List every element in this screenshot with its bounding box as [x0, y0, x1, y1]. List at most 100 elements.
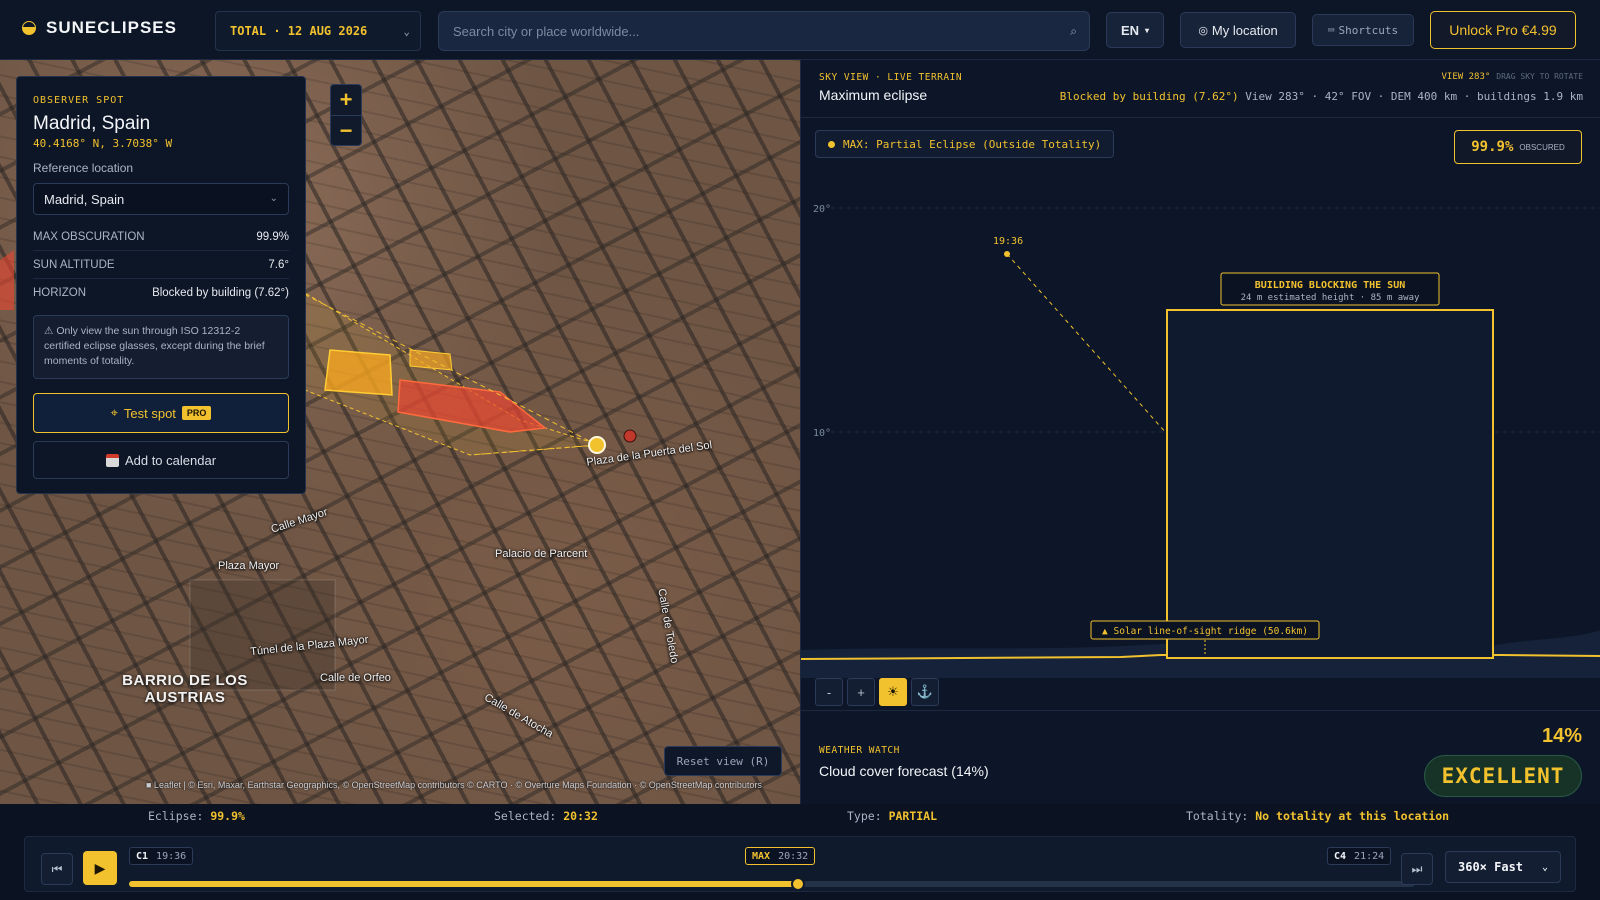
building-callout-title: BUILDING BLOCKING THE SUN [1255, 280, 1406, 291]
district-label: BARRIO DE LOS AUSTRIAS [122, 672, 248, 706]
playback-speed-label: 360× Fast [1458, 860, 1524, 874]
app-name: SUNECLIPSES [46, 18, 177, 37]
zoom-control: + − [330, 84, 362, 146]
add-to-calendar-button[interactable]: Add to calendar [33, 441, 289, 479]
sun-path [1006, 253, 1168, 435]
c4-marker[interactable]: C4 21:24 [1327, 847, 1392, 865]
forward-button[interactable]: ⏭ [1401, 853, 1433, 885]
timeline-track[interactable] [129, 881, 1415, 887]
observer-city: Madrid, Spain [33, 113, 151, 134]
keyboard-icon: ⌨ [1327, 23, 1335, 37]
top-bar: SUNECLIPSES TOTAL · 12 AUG 2026 ⌄ ⌕ EN ▾… [0, 0, 1600, 60]
cloud-cover-percent: 14% [1541, 725, 1582, 747]
anchor-icon[interactable]: ⚓ [911, 678, 939, 706]
map-label-calle-orfeo: Calle de Orfeo [320, 672, 391, 684]
crosshair-icon: ⌖ [110, 405, 118, 420]
c1-marker[interactable]: C1 19:36 [129, 847, 194, 865]
status-selected-label: Selected: [494, 809, 557, 823]
status-selected: Selected: 20:32 [494, 809, 598, 823]
search-input[interactable] [439, 12, 1089, 50]
horizon-label: HORIZON [33, 287, 87, 299]
observer-eyebrow: OBSERVER SPOT [33, 95, 125, 106]
ridge-callout-label: ▲ Solar line-of-sight ridge (50.6km) [1102, 626, 1308, 637]
sun-altitude-value: 7.6° [268, 258, 289, 271]
sky-title: Maximum eclipse [819, 87, 928, 103]
zoom-out-button[interactable]: - [815, 678, 843, 706]
chevron-down-icon: ⌄ [269, 193, 278, 204]
test-spot-button[interactable]: ⌖ Test spot PRO [33, 393, 289, 433]
timeline-scrubber[interactable] [790, 877, 805, 891]
eclipse-event-select[interactable]: TOTAL · 12 AUG 2026 ⌄ [215, 11, 421, 51]
location-icon: ◎ [1198, 24, 1208, 37]
horizon-value: Blocked by building (7.62°) [152, 287, 289, 299]
observer-marker [588, 436, 606, 454]
zoom-out-button[interactable]: − [331, 115, 361, 145]
zoom-in-button[interactable]: + [331, 85, 361, 115]
language-select[interactable]: EN ▾ [1106, 12, 1164, 48]
sky-meta: Blocked by building (7.62°) View 283° · … [1060, 90, 1583, 103]
status-type-value: PARTIAL [888, 809, 938, 823]
blocking-building-1 [324, 349, 393, 396]
safety-warning: ⚠ Only view the sun through ISO 12312-2 … [33, 315, 289, 379]
sun-altitude-label: SUN ALTITUDE [33, 258, 115, 271]
zoom-in-button[interactable]: + [847, 678, 875, 706]
reference-location-select[interactable]: Madrid, Spain ⌄ [33, 183, 289, 215]
sky-meta-details: View 283° · 42° FOV · DEM 400 km · build… [1245, 90, 1583, 103]
status-selected-value: 20:32 [563, 809, 598, 823]
sky-view-panel[interactable]: SKY VIEW · LIVE TERRAIN Maximum eclipse … [800, 60, 1600, 710]
c4-label: C4 [1334, 850, 1347, 862]
chevron-down-icon: ⌄ [403, 25, 410, 38]
status-type: Type: PARTIAL [847, 809, 937, 823]
max-marker[interactable]: MAX 20:32 [745, 847, 816, 865]
my-location-button[interactable]: ◎ My location [1180, 12, 1296, 48]
sky-view-header: SKY VIEW · LIVE TERRAIN Maximum eclipse … [801, 60, 1600, 118]
status-type-label: Type: [847, 809, 882, 823]
sky-eyebrow: SKY VIEW · LIVE TERRAIN [819, 72, 963, 83]
map-attribution[interactable]: ■ Leaflet | © Esri, Maxar, Earthstar Geo… [146, 780, 762, 790]
status-eclipse-value: 99.9% [210, 809, 245, 823]
building-callout-sub: 24 m estimated height · 85 m away [1241, 293, 1420, 303]
reference-pin [623, 429, 637, 443]
status-eclipse-label: Eclipse: [148, 809, 204, 823]
max-time: 20:32 [778, 850, 809, 862]
c1-time: 19:36 [156, 850, 187, 862]
eclipse-event-label: TOTAL · 12 AUG 2026 [230, 24, 368, 38]
status-totality-value: No totality at this location [1255, 809, 1450, 823]
add-to-calendar-label: Add to calendar [124, 452, 217, 468]
unlock-pro-button[interactable]: Unlock Pro €4.99 [1430, 11, 1576, 49]
blocking-building [1166, 309, 1494, 659]
view-direction: VIEW 283° DRAG SKY TO ROTATE [1442, 72, 1583, 82]
chevron-down-icon: ⌄ [1541, 861, 1548, 873]
horizon-row: HORIZON Blocked by building (7.62°) [33, 279, 289, 307]
reset-view-button[interactable]: Reset view (R) [664, 746, 782, 776]
status-totality: Totality: No totality at this location [1186, 809, 1449, 823]
shortcuts-button[interactable]: ⌨ Shortcuts [1312, 14, 1414, 46]
search-icon[interactable]: ⌕ [1070, 24, 1077, 39]
sun-altitude-row: SUN ALTITUDE 7.6° [33, 251, 289, 279]
max-obscuration-value: 99.9% [256, 230, 289, 243]
test-spot-label: Test spot [123, 405, 176, 421]
timeline-progress [129, 881, 798, 887]
rewind-button[interactable]: ⏮ [41, 853, 73, 885]
weather-title: Cloud cover forecast (14%) [819, 763, 989, 779]
edge-highlight [0, 250, 14, 310]
playback-speed-select[interactable]: 360× Fast ⌄ [1445, 851, 1561, 883]
sun-icon[interactable]: ☀ [879, 678, 907, 706]
max-label: MAX [752, 850, 771, 862]
weather-watch-panel: WEATHER WATCH Cloud cover forecast (14%)… [800, 710, 1600, 810]
blocked-status: Blocked by building (7.62°) [1059, 90, 1239, 103]
eclipse-logo-icon [22, 21, 36, 35]
tick-label-20: 20° [813, 204, 831, 215]
sun-time-label: 19:36 [993, 236, 1023, 247]
c1-label: C1 [136, 850, 149, 862]
status-eclipse: Eclipse: 99.9% [148, 809, 245, 823]
language-label: EN [1120, 22, 1140, 38]
sky-chart[interactable]: 20° 10° 19:36 BUILDING BLOCKING THE SUN … [801, 118, 1600, 678]
sun-position-marker [1004, 251, 1010, 257]
app-logo[interactable]: SUNECLIPSES [22, 18, 177, 38]
map-label-palacio: Palacio de Parcent [495, 548, 588, 560]
max-obscuration-label: MAX OBSCURATION [33, 230, 145, 243]
shortcuts-label: Shortcuts [1338, 23, 1399, 37]
search-box: ⌕ [438, 11, 1090, 51]
play-button[interactable]: ▶ [83, 851, 117, 885]
